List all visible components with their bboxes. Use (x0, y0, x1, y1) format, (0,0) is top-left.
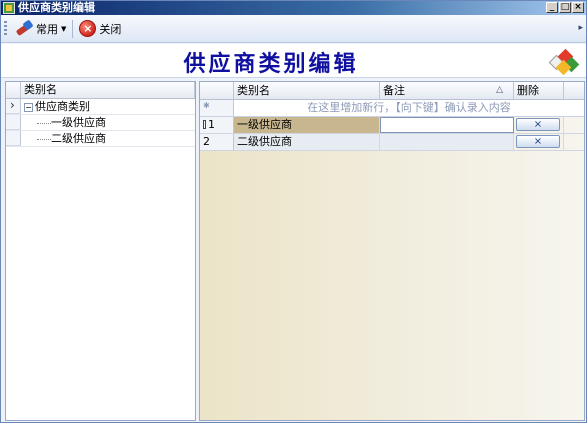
close-window-button[interactable]: × (572, 2, 584, 13)
tree-row-header (6, 115, 21, 130)
collapse-icon[interactable]: − (24, 102, 33, 112)
tree-child-label: 二级供应商 (51, 132, 106, 145)
title-bar[interactable]: 供应商类别编辑 _ □ × (1, 1, 586, 15)
tree-column-header[interactable]: 类别名 (21, 82, 195, 98)
common-tools-icon (15, 20, 33, 38)
chevron-down-icon: ▼ (61, 24, 67, 33)
tree-row-child-1[interactable]: 一级供应商 (6, 115, 195, 131)
tree-row-root[interactable]: −供应商类别 (6, 98, 195, 115)
cell-name[interactable]: 二级供应商 (234, 134, 380, 150)
common-menu-button[interactable]: 常用 ▼ (11, 18, 70, 40)
delete-row-button[interactable]: × (516, 135, 560, 148)
tree-row-child-2[interactable]: 二级供应商 (6, 131, 195, 147)
tree-root-label: 供应商类别 (35, 100, 90, 113)
cell-delete: × (514, 117, 564, 133)
table-row[interactable]: 1 一级供应商 × (200, 117, 584, 134)
row-index: 1 (208, 118, 215, 131)
common-menu-label: 常用 (36, 22, 58, 36)
minimize-button[interactable]: _ (546, 2, 558, 13)
edit-cursor-icon (203, 120, 206, 129)
new-row-hint: 在这里增加新行，【向下键】确认录入内容 (307, 101, 511, 114)
column-header-note-label: 备注 (383, 84, 405, 97)
tree-root-cell: − 供应商类别 (21, 99, 195, 114)
cell-note-editor[interactable] (380, 117, 514, 133)
tree-connector (37, 122, 51, 124)
column-header-name[interactable]: 类别名 (234, 82, 380, 99)
cell-delete: × (514, 134, 564, 150)
cell-note[interactable] (380, 134, 514, 150)
tree-header-corner (6, 82, 21, 98)
table-row[interactable]: 2 二级供应商 × (200, 134, 584, 151)
close-button[interactable]: × 关闭 (75, 18, 125, 40)
toolbar-overflow-icon[interactable]: ▸ (578, 23, 583, 33)
tree-header: 类别名 (6, 82, 195, 99)
column-header-note[interactable]: 备注 △ (380, 82, 514, 99)
cell-name[interactable]: 一级供应商 (234, 117, 380, 133)
tree-child-label: 一级供应商 (51, 116, 106, 129)
maximize-button[interactable]: □ (559, 2, 571, 13)
new-row[interactable]: 在这里增加新行，【向下键】确认录入内容 (200, 100, 584, 117)
tree-row-indicator (6, 98, 21, 114)
window-controls: _ □ × (546, 2, 584, 13)
row-index: 2 (203, 135, 210, 148)
toolbar: 常用 ▼ × 关闭 ▸ (1, 15, 586, 43)
grid-header: 类别名 备注 △ 删除 (200, 82, 584, 100)
close-circle-icon: × (79, 20, 97, 37)
row-header: 1 (200, 117, 234, 133)
page-title: 供应商类别编辑 (183, 51, 359, 77)
tree-row-header (6, 131, 21, 146)
close-button-label: 关闭 (99, 22, 122, 36)
header-banner: 供应商类别编辑 (1, 44, 586, 78)
tree-child-cell: 二级供应商 (21, 131, 195, 146)
grid-header-corner (200, 82, 234, 99)
toolbar-separator (72, 19, 74, 38)
row-header: 2 (200, 134, 234, 150)
category-tree-panel: 类别名 −供应商类别 一级供应商 二级供应商 (5, 81, 196, 421)
toolbar-grip[interactable] (4, 20, 7, 37)
tree-child-cell: 一级供应商 (21, 115, 195, 130)
new-row-indicator (200, 100, 234, 116)
app-icon (3, 2, 15, 14)
tree-connector (37, 138, 51, 140)
delete-row-button[interactable]: × (516, 118, 560, 131)
app-logo-icon (548, 47, 580, 76)
category-grid: 类别名 备注 △ 删除 在这里增加新行，【向下键】确认录入内容 1 一级供应商 … (199, 81, 585, 421)
window-title: 供应商类别编辑 (18, 1, 95, 14)
window: 供应商类别编辑 _ □ × 常用 ▼ × 关闭 ▸ 供应商类别编辑 类别名 › … (0, 0, 587, 423)
column-header-delete[interactable]: 删除 (514, 82, 564, 99)
sort-ascending-icon: △ (496, 85, 503, 95)
